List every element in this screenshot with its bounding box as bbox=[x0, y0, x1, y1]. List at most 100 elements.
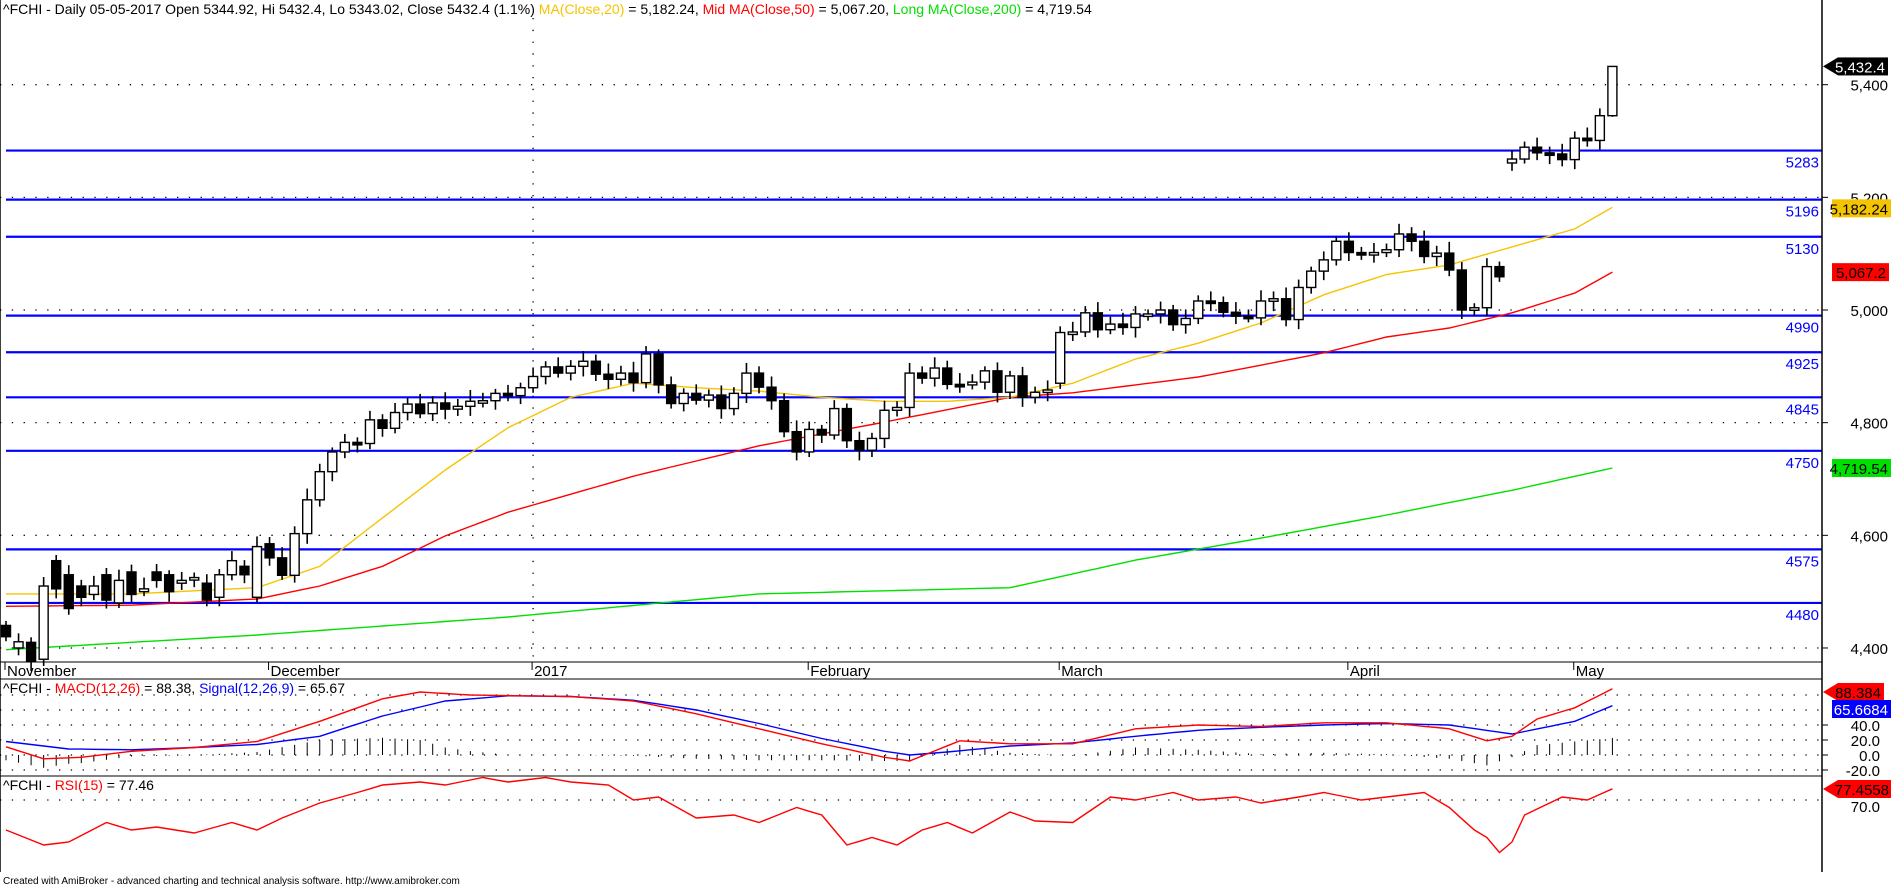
candle-body bbox=[1544, 152, 1555, 157]
candle-body bbox=[1393, 233, 1405, 251]
candle-body bbox=[13, 641, 24, 649]
amibroker-chart[interactable]: 5283 5196 5130 4990 4925 4845 4750 4575 4480 5,4… bbox=[0, 0, 1891, 888]
level-label: 4925 bbox=[1786, 356, 1819, 373]
candle bbox=[1054, 326, 1066, 389]
level-label: 4845 bbox=[1786, 401, 1819, 418]
candle-body bbox=[1218, 301, 1229, 313]
candle-body bbox=[640, 353, 652, 384]
candle bbox=[1456, 262, 1468, 320]
candle-body bbox=[76, 585, 87, 598]
level-label: 5130 bbox=[1786, 241, 1819, 258]
macd-title: ^FCHI - MACD(12,26) = 88.38, Signal(12,2… bbox=[3, 680, 345, 696]
candle-body bbox=[929, 367, 940, 379]
candle-body bbox=[239, 565, 250, 576]
candle-body bbox=[1268, 298, 1279, 302]
price-axis-label: 4,800 bbox=[1850, 416, 1888, 433]
candle-body bbox=[527, 375, 539, 389]
candle-body bbox=[1293, 286, 1304, 321]
candle-body bbox=[1494, 265, 1505, 278]
candle-body bbox=[0, 624, 12, 638]
level-label: 4480 bbox=[1786, 607, 1819, 624]
candle-body bbox=[753, 372, 765, 388]
candle-body bbox=[1280, 298, 1292, 321]
date-axis-label: 2017 bbox=[534, 663, 567, 680]
candle-body bbox=[1418, 240, 1430, 258]
candle-body bbox=[1318, 259, 1329, 272]
candle-body bbox=[414, 403, 426, 415]
candle-body bbox=[578, 360, 589, 368]
candle-body bbox=[1243, 315, 1254, 320]
candle-body bbox=[829, 407, 840, 436]
candle-body bbox=[1431, 252, 1442, 258]
candle-body bbox=[1193, 300, 1204, 320]
candle-body bbox=[189, 576, 200, 581]
candle-body bbox=[1067, 331, 1078, 336]
candle-body bbox=[1305, 270, 1317, 289]
candle-body bbox=[866, 437, 878, 451]
candle-body bbox=[1054, 331, 1066, 384]
signal-value-tag: 65.6684 bbox=[1832, 700, 1891, 719]
candle-body bbox=[678, 392, 689, 405]
candle-body bbox=[1255, 300, 1267, 319]
candle-body bbox=[942, 367, 953, 386]
title-ma200-value: = 4,719.54 bbox=[1021, 1, 1092, 17]
candle-body bbox=[728, 392, 740, 410]
candle-body bbox=[766, 386, 777, 402]
candle-body bbox=[741, 372, 752, 395]
candle bbox=[1481, 258, 1493, 317]
candle-body bbox=[352, 441, 363, 446]
candle-body bbox=[916, 372, 928, 379]
rsi-title-value: = 77.46 bbox=[103, 777, 154, 793]
candle-body bbox=[477, 399, 489, 404]
signal-title-label: Signal(12,26,9) bbox=[199, 680, 294, 696]
candle-body bbox=[1017, 375, 1028, 399]
candle-body bbox=[841, 407, 853, 442]
candle-body bbox=[51, 559, 62, 590]
candle-body bbox=[176, 579, 187, 584]
date-axis-label: December bbox=[271, 663, 340, 680]
title-ma20-label: MA(Close,20) bbox=[539, 1, 625, 17]
level-label: 5283 bbox=[1786, 155, 1819, 172]
candle-body bbox=[440, 402, 451, 410]
candle-body bbox=[289, 532, 300, 577]
tag-label: 88.384 bbox=[1835, 685, 1881, 702]
level-label: 4575 bbox=[1786, 553, 1819, 570]
chart-title: ^FCHI - Daily 05-05-2017 Open 5344.92, H… bbox=[3, 1, 1092, 17]
candle-body bbox=[703, 394, 714, 401]
candle-body bbox=[465, 400, 476, 408]
candle-body bbox=[113, 579, 125, 604]
macd-title-value: = 88.38, bbox=[140, 680, 199, 696]
candle-body bbox=[1029, 391, 1041, 399]
price-axis-label: 4,400 bbox=[1850, 641, 1888, 658]
candle-body bbox=[1167, 309, 1179, 326]
candle bbox=[38, 577, 49, 667]
candle-body bbox=[904, 372, 915, 409]
rsi-title-prefix: ^FCHI - bbox=[3, 777, 55, 793]
candle-body bbox=[1343, 240, 1355, 254]
candle-body bbox=[1444, 252, 1455, 271]
candle-body bbox=[665, 384, 677, 405]
tag-label: 5,067.2 bbox=[1836, 265, 1886, 282]
candle-body bbox=[967, 381, 978, 386]
candle-body bbox=[1531, 146, 1543, 154]
candle-body bbox=[163, 574, 175, 593]
candle-body bbox=[1469, 307, 1480, 311]
date-axis-label: April bbox=[1350, 663, 1380, 680]
candle-body bbox=[314, 470, 325, 501]
title-ma50-label: Mid MA(Close,50) bbox=[703, 1, 815, 17]
candle bbox=[1607, 65, 1618, 117]
title-ma200-label: Long MA(Close,200) bbox=[893, 1, 1021, 17]
candle-body bbox=[1368, 251, 1380, 256]
candle-body bbox=[1105, 323, 1116, 331]
candle-body bbox=[452, 405, 463, 410]
candle-body bbox=[603, 373, 614, 380]
tag-label: 5,432.4 bbox=[1835, 59, 1885, 76]
candle-body bbox=[1142, 313, 1154, 318]
macd-title-label: MACD(12,26) bbox=[55, 680, 141, 696]
candle-body bbox=[791, 430, 802, 453]
candle-body bbox=[979, 370, 991, 383]
candle-body bbox=[38, 585, 49, 660]
candle-body bbox=[126, 571, 137, 596]
candle-body bbox=[615, 372, 627, 380]
candle-body bbox=[251, 545, 263, 598]
